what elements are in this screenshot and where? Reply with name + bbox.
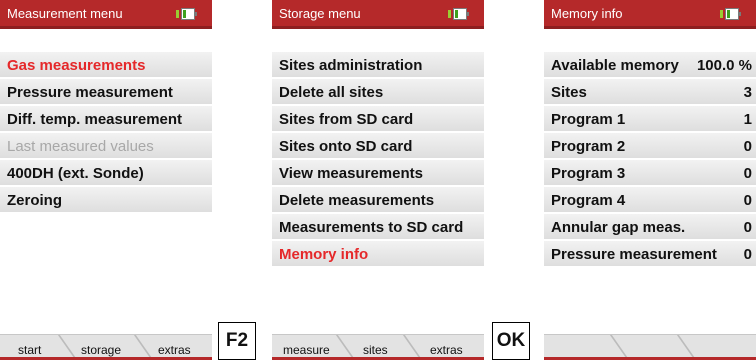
softkey-start[interactable]: start [18, 343, 41, 357]
menu-item-last-measured-values: Last measured values [0, 133, 212, 160]
info-value: 0 [743, 219, 752, 236]
screen-title: Memory info [551, 6, 623, 21]
title-bar: Measurement menu [0, 0, 212, 29]
info-value: 0 [743, 165, 752, 182]
ok-key[interactable]: OK [492, 322, 530, 360]
info-row-annular-gap: Annular gap meas. 0 [544, 214, 756, 241]
battery-icon [176, 8, 197, 20]
title-bar: Storage menu [272, 0, 484, 29]
info-value: 1 [743, 111, 752, 128]
softkey-bar: measure sites extras [272, 334, 484, 360]
info-row-program-2: Program 20 [544, 133, 756, 160]
info-value: 0 [743, 138, 752, 155]
f2-key[interactable]: F2 [218, 322, 256, 360]
measurement-menu-screen: Measurement menu Gas measurements Pressu… [0, 0, 212, 360]
menu-item-pressure-measurement[interactable]: Pressure measurement [0, 79, 212, 106]
menu-item-sites-from-sd[interactable]: Sites from SD card [272, 106, 484, 133]
softkey-extras[interactable]: extras [430, 343, 463, 357]
screen-title: Measurement menu [7, 6, 123, 21]
info-value: 0 [743, 246, 752, 263]
battery-icon [448, 8, 469, 20]
softkey-storage[interactable]: storage [81, 343, 121, 357]
info-row-pressure-measurement: Pressure measurement 0 [544, 241, 756, 268]
info-value: 100.0 % [696, 57, 752, 74]
screen-title: Storage menu [279, 6, 361, 21]
menu-item-zeroing[interactable]: Zeroing [0, 187, 212, 214]
info-row-program-4: Program 40 [544, 187, 756, 214]
menu-item-sites-administration[interactable]: Sites administration [272, 52, 484, 79]
menu-item-memory-info[interactable]: Memory info [272, 241, 484, 268]
menu-list: Gas measurements Pressure measurement Di… [0, 52, 212, 214]
info-row-sites: Sites 3 [544, 79, 756, 106]
menu-item-diff-temp-measurement[interactable]: Diff. temp. measurement [0, 106, 212, 133]
info-value: 0 [743, 192, 752, 209]
softkey-extras[interactable]: extras [158, 343, 191, 357]
battery-icon [720, 8, 741, 20]
menu-list: Sites administration Delete all sites Si… [272, 52, 484, 268]
softkey-sites[interactable]: sites [363, 343, 388, 357]
info-list: Available memory 100.0 % Sites 3 Program 1… [544, 52, 756, 268]
menu-item-400dh[interactable]: 400DH (ext. Sonde) [0, 160, 212, 187]
info-row-program-3: Program 30 [544, 160, 756, 187]
menu-item-delete-measurements[interactable]: Delete measurements [272, 187, 484, 214]
storage-menu-screen: Storage menu Sites administration Delete… [272, 0, 484, 360]
menu-item-sites-onto-sd[interactable]: Sites onto SD card [272, 133, 484, 160]
softkey-measure[interactable]: measure [283, 343, 330, 357]
menu-item-gas-measurements[interactable]: Gas measurements [0, 52, 212, 79]
menu-item-measurements-to-sd[interactable]: Measurements to SD card [272, 214, 484, 241]
menu-item-delete-all-sites[interactable]: Delete all sites [272, 79, 484, 106]
softkey-bar [544, 334, 756, 360]
title-bar: Memory info [544, 0, 756, 29]
info-row-program-1: Program 11 [544, 106, 756, 133]
softkey-bar: start storage extras [0, 334, 212, 360]
menu-item-view-measurements[interactable]: View measurements [272, 160, 484, 187]
info-value: 3 [743, 84, 752, 101]
memory-info-screen: Memory info Available memory 100.0 % Site… [544, 0, 756, 360]
info-row-available-memory: Available memory 100.0 % [544, 52, 756, 79]
